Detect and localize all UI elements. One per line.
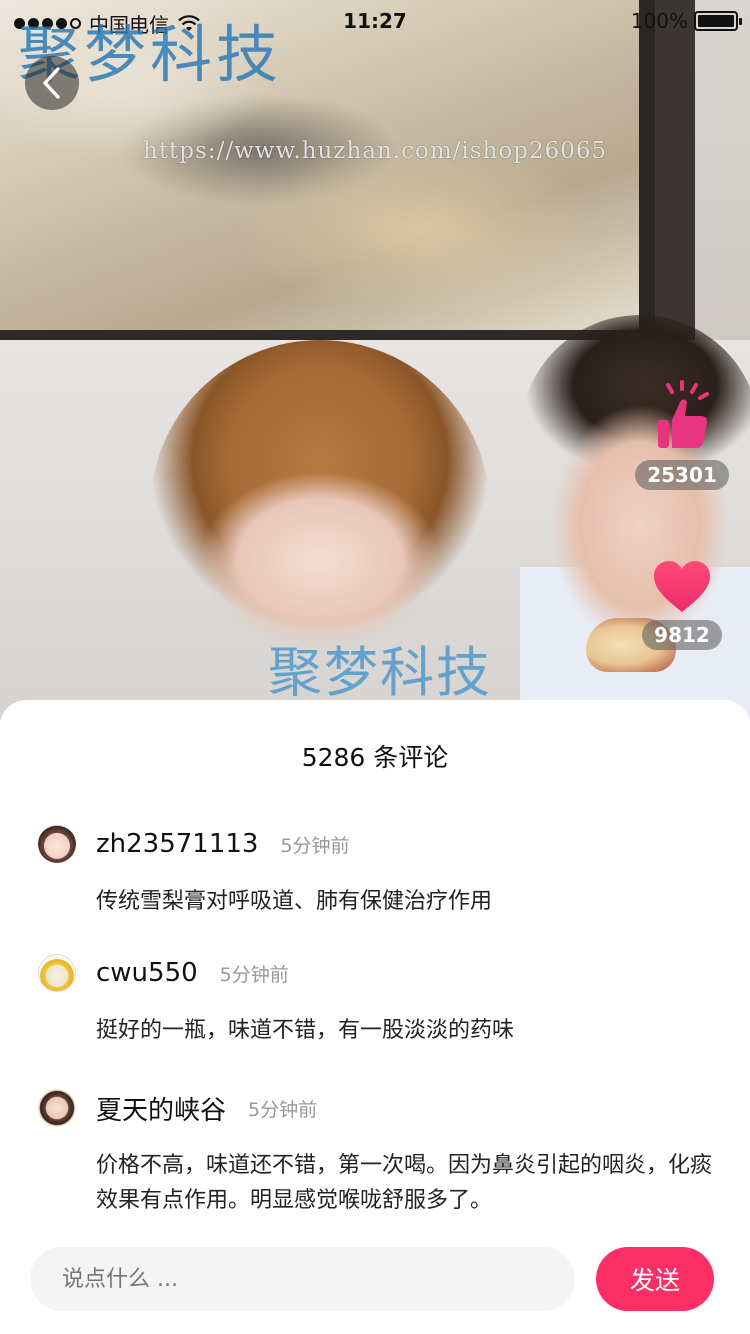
favorite-action[interactable]: 9812 — [642, 560, 722, 650]
back-icon — [43, 67, 60, 99]
comments-title: 5286 条评论 — [301, 743, 449, 772]
comment-text: 传统雪梨膏对呼吸道、肺有保健治疗作用 — [96, 889, 493, 914]
avatar[interactable] — [38, 954, 76, 992]
send-button[interactable]: 发送 — [596, 1247, 714, 1311]
heart-icon — [654, 561, 710, 612]
painting-frame — [655, 0, 695, 340]
comment-username[interactable]: zh23571113 — [96, 829, 258, 859]
comment-time: 5分钟前 — [280, 834, 350, 857]
like-count: 25301 — [635, 460, 729, 490]
avatar[interactable] — [38, 1089, 76, 1127]
comment-username[interactable]: cwu550 — [96, 958, 198, 988]
thumbs-up-icon — [658, 380, 709, 448]
comment-time: 5分钟前 — [248, 1098, 318, 1121]
comment-item: zh23571113 5分钟前 传统雪梨膏对呼吸道、肺有保健治疗作用 — [38, 824, 718, 919]
comments-sheet: 5286 条评论 zh23571113 5分钟前 传统雪梨膏对呼吸道、肺有保健治… — [0, 700, 750, 1334]
comment-username[interactable]: 夏天的峡谷 — [96, 1090, 226, 1127]
comment-item: cwu550 5分钟前 挺好的一瓶，味道不错，有一股淡淡的药味 — [38, 953, 718, 1048]
comment-text: 挺好的一瓶，味道不错，有一股淡淡的药味 — [96, 1018, 515, 1043]
live-video[interactable] — [0, 0, 750, 720]
comment-time: 5分钟前 — [219, 963, 289, 986]
battery-status: 100% — [630, 9, 742, 33]
comment-item: 夏天的峡谷 5分钟前 价格不高，味道还不错，第一次喝。因为鼻炎引起的咽炎，化痰效… — [38, 1088, 718, 1218]
comment-input[interactable] — [30, 1247, 575, 1311]
battery-percent: 100% — [630, 9, 688, 33]
watermark-url: https://www.huzhan.com/ishop26065 — [143, 138, 608, 164]
comment-text: 价格不高，味道还不错，第一次喝。因为鼻炎引起的咽炎，化痰效果有点作用。明显感觉喉… — [96, 1153, 713, 1214]
back-button[interactable] — [25, 56, 79, 110]
favorite-count: 9812 — [642, 620, 722, 650]
avatar[interactable] — [38, 825, 76, 863]
like-action[interactable]: 25301 — [635, 380, 729, 490]
battery-icon — [694, 11, 742, 31]
watermark-middle: 聚梦科技 — [268, 641, 492, 704]
